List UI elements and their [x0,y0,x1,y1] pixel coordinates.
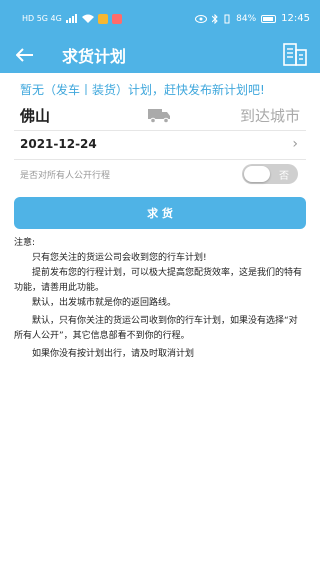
note-line: 默认，出发城市就是你的返回路线。 [32,298,177,308]
notes-section: 注意: 只有您关注的货运公司会收到您的行车计划! 提前发布您的行程计划，可以极大… [14,236,306,362]
toggle-knob [244,166,270,182]
divider [14,159,306,160]
date-value: 2021-12-24 [20,137,97,151]
notes-title: 注意: [14,238,36,248]
destination-city-field[interactable]: 到达城市 [240,105,300,126]
app-notification-icon [97,13,108,24]
departure-city[interactable]: 佛山 [20,105,50,126]
header-bar: HD 5G 4G 84% 12:45 求货计划 [0,0,320,73]
battery-percent: 84% [236,13,257,24]
note-line: 提前发布您的行程计划，可以极大提高您配货效率，这是我们的特有功能，请善用此功能。 [14,268,303,293]
clock: 12:45 [281,13,310,24]
app-bar: 求货计划 [0,37,320,73]
status-bar: HD 5G 4G 84% 12:45 [0,0,320,37]
public-toggle[interactable]: 否 [242,164,298,184]
eye-icon [195,14,208,23]
wifi-icon [81,14,94,23]
no-plan-notice: 暂无（发车丨装货）计划，赶快发布新计划吧! [20,83,265,97]
network-indicator: HD 5G 4G [22,13,122,24]
toggle-text: 否 [279,171,289,182]
status-right: 84% 12:45 [195,13,310,24]
note-line: 只有您关注的货运公司会收到您的行车计划! [32,253,207,263]
route-row: 佛山 到达城市 [0,101,320,129]
note-line: 如果你没有按计划出行，请及时取消计划 [32,349,195,359]
truck-icon [148,109,170,124]
public-label: 是否对所有人公开行程 [20,171,111,181]
note-line: 默认，只有你关注的货运公司收到你的行车计划，如果没有选择“对所有人公开”，其它信… [14,316,298,341]
app-notification-icon-2 [111,13,122,24]
vibrate-icon [224,14,230,23]
divider [14,130,306,131]
page-title: 求货计划 [62,47,127,66]
building-icon[interactable] [282,41,308,67]
back-arrow-icon [16,48,33,62]
public-setting-row: 是否对所有人公开行程 否 [0,162,320,188]
submit-button[interactable]: 求 货 [14,197,306,229]
date-picker[interactable]: 2021-12-24 › [0,132,320,158]
back-button[interactable] [14,44,36,66]
battery-icon [261,14,277,23]
bluetooth-icon [212,13,218,24]
signal-icon [65,14,77,23]
chevron-right-icon: › [292,136,298,152]
network-text: HD 5G 4G [22,14,62,23]
